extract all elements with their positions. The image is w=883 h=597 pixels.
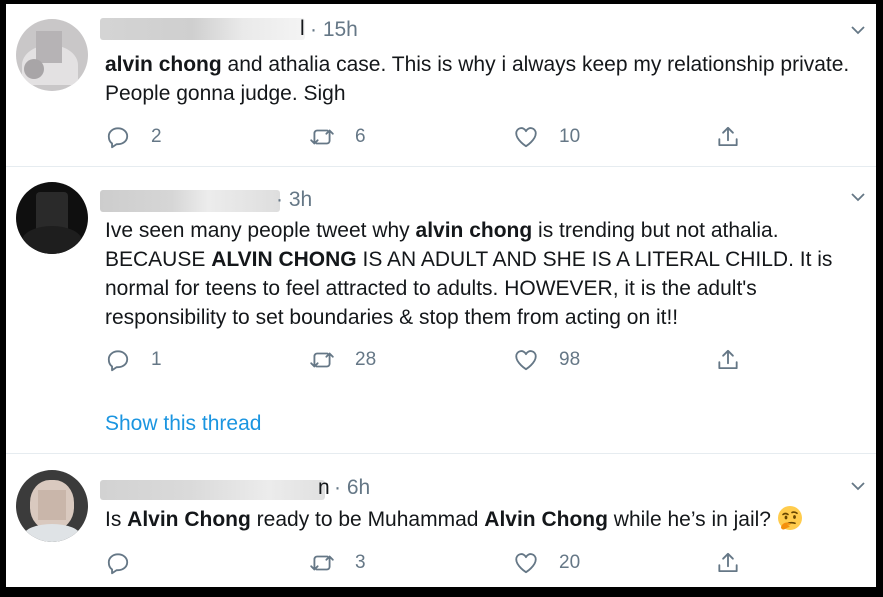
heart-icon: [515, 127, 537, 148]
tweet-1[interactable]: l · 15h alvin chong and athalia case. Th…: [6, 4, 876, 166]
reply-count: 1: [151, 349, 162, 370]
tweet-text: alvin chong and athalia case. This is wh…: [105, 50, 855, 108]
avatar[interactable]: [16, 470, 88, 542]
tweet-text-run: ready to be Muhammad: [250, 508, 485, 531]
heart-icon: [515, 553, 537, 574]
like-count: 98: [559, 349, 581, 370]
like-count: 10: [559, 126, 581, 147]
highlighted-keyword: Alvin Chong: [484, 508, 608, 531]
retweet-action[interactable]: 6: [309, 122, 366, 152]
tweet-actions: 3 20: [105, 548, 765, 578]
tweet-text-run: Is: [105, 508, 128, 531]
highlighted-keyword: ALVIN CHONG: [211, 248, 357, 271]
heart-icon: [515, 350, 537, 371]
reply-icon: [107, 350, 129, 372]
redacted-username: [100, 480, 325, 500]
redacted-username: [100, 190, 280, 212]
retweet-action[interactable]: 3: [309, 548, 366, 578]
name-fragment: l: [300, 17, 305, 40]
tweet-text-run: while he’s in jail?: [607, 508, 771, 531]
reply-action[interactable]: 1: [105, 345, 162, 375]
reply-count: 2: [151, 126, 162, 147]
name-fragment: n: [318, 476, 330, 499]
share-action[interactable]: [715, 122, 741, 152]
retweet-count: 6: [355, 126, 366, 147]
like-count: 20: [559, 552, 581, 573]
reply-action[interactable]: [105, 548, 151, 578]
reply-action[interactable]: 2: [105, 122, 162, 152]
chevron-down-icon[interactable]: [850, 189, 866, 205]
retweet-count: 3: [355, 552, 366, 573]
timeline: l · 15h alvin chong and athalia case. Th…: [6, 4, 876, 587]
retweet-count: 28: [355, 349, 377, 370]
redacted-username: [100, 18, 305, 40]
chevron-down-icon[interactable]: [850, 22, 866, 38]
retweet-icon: [310, 352, 334, 368]
retweet-action[interactable]: 28: [309, 345, 376, 375]
chevron-down-icon[interactable]: [850, 478, 866, 494]
avatar[interactable]: [16, 182, 88, 254]
reply-icon: [107, 553, 129, 575]
share-icon: [718, 552, 738, 573]
thinking-face-emoji: [777, 506, 802, 530]
avatar[interactable]: [16, 19, 88, 91]
share-action[interactable]: [715, 548, 741, 578]
like-action[interactable]: 98: [513, 345, 580, 375]
tweet-text: Is Alvin Chong ready to be Muhammad Alvi…: [105, 505, 855, 534]
tweet-text: Ive seen many people tweet why alvin cho…: [105, 216, 855, 332]
reply-icon: [107, 127, 129, 149]
show-thread-link[interactable]: Show this thread: [105, 412, 261, 436]
tweet-3[interactable]: n · 6h Is Alvin Chong ready to be Muhamm…: [6, 454, 876, 587]
like-action[interactable]: 20: [513, 548, 580, 578]
share-icon: [718, 349, 738, 370]
tweet-2[interactable]: · 3h Ive seen many people tweet why alvi…: [6, 167, 876, 453]
tweet-actions: 2 6 10: [105, 122, 765, 152]
highlighted-keyword: Alvin Chong: [127, 508, 251, 531]
timestamp[interactable]: · 3h: [276, 188, 312, 212]
tweet-text-run: Ive seen many people tweet why: [105, 219, 416, 242]
retweet-icon: [310, 555, 334, 571]
retweet-icon: [310, 129, 334, 145]
highlighted-keyword: alvin chong: [105, 53, 222, 76]
tweet-actions: 1 28 98: [105, 345, 765, 375]
share-action[interactable]: [715, 345, 741, 375]
like-action[interactable]: 10: [513, 122, 580, 152]
highlighted-keyword: alvin chong: [415, 219, 533, 242]
timestamp[interactable]: · 15h: [310, 18, 358, 42]
timestamp[interactable]: · 6h: [334, 476, 370, 500]
share-icon: [718, 126, 738, 147]
